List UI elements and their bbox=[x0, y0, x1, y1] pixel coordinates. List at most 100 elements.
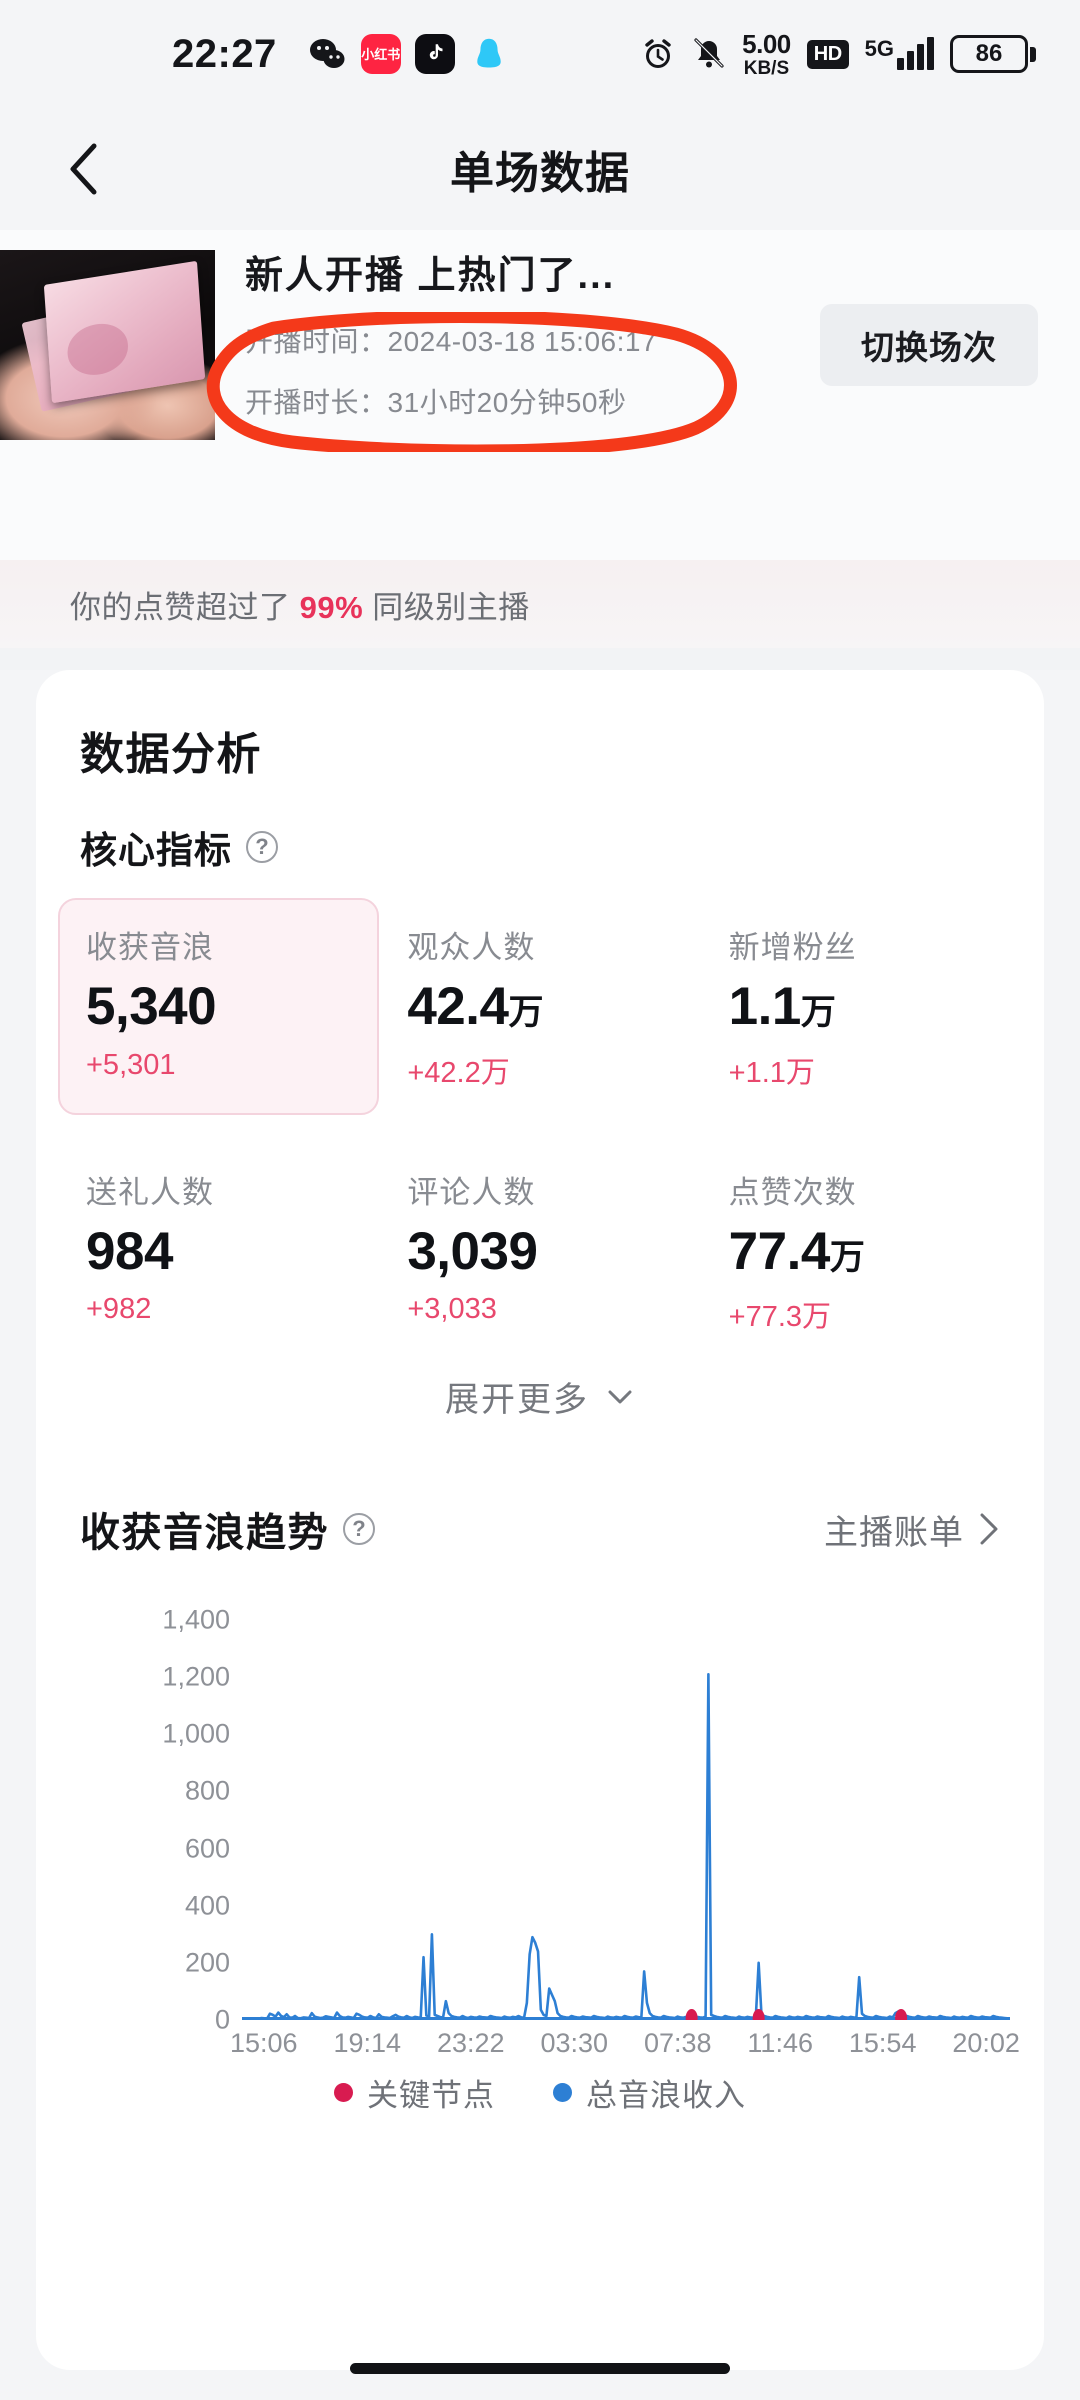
metric-card[interactable]: 点赞次数 77.4万 +77.3万 bbox=[701, 1143, 1022, 1360]
chart-x-tick: 07:38 bbox=[643, 2028, 712, 2058]
status-bar: 22:27 小红书 5.00 KB/S HD 5G 86 bbox=[0, 0, 1080, 108]
metric-card[interactable]: 观众人数 42.4万 +42.2万 bbox=[379, 898, 700, 1115]
metric-delta: +5,301 bbox=[86, 1048, 176, 1081]
chart-key-node-marker[interactable] bbox=[685, 2009, 698, 2020]
metric-label: 新增粉丝 bbox=[728, 930, 857, 965]
legend-label: 关键节点 bbox=[367, 2078, 495, 2113]
like-rank-text: 你的点赞超过了 99% 同级别主播 bbox=[70, 582, 530, 627]
wechat-icon bbox=[307, 34, 347, 74]
douyin-icon bbox=[414, 34, 455, 74]
metric-card[interactable]: 评论人数 3,039 +3,033 bbox=[379, 1143, 700, 1360]
metric-value: 42.4万 bbox=[407, 977, 543, 1036]
trend-title: 收获音浪趋势 bbox=[80, 1511, 329, 1555]
session-start-time: 开播时间：2024-03-18 15:06:17 bbox=[245, 320, 657, 360]
chevron-left-icon bbox=[70, 143, 97, 195]
session-duration-value: 31小时20分钟50秒 bbox=[387, 387, 627, 418]
core-metrics-label: 核心指标 bbox=[80, 830, 232, 871]
expand-more-button[interactable]: 展开更多 bbox=[36, 1372, 1044, 1421]
chart-y-tick: 0 bbox=[214, 2004, 230, 2035]
metric-card[interactable]: 新增粉丝 1.1万 +1.1万 bbox=[701, 898, 1022, 1115]
metric-delta: +77.3万 bbox=[728, 1301, 832, 1334]
bell-muted-icon bbox=[694, 38, 724, 68]
chart-x-axis: 15:06 19:14 23:22 03:30 07:38 11:46 15:54 20:02 bbox=[230, 2028, 1020, 2059]
like-rank-banner: 你的点赞超过了 99% 同级别主播 bbox=[0, 560, 1080, 648]
metric-label: 点赞次数 bbox=[728, 1174, 857, 1210]
core-metrics-grid: 收获音浪 5,340 +5,301 观众人数 42.4万 +42.2万 新增粉丝 1.1万 +1… bbox=[58, 898, 1022, 1359]
like-rank-prefix: 你的点赞超过了 bbox=[70, 589, 300, 625]
live-room-thumbnail[interactable] bbox=[0, 250, 215, 440]
chart-x-tick: 11:46 bbox=[747, 2028, 813, 2058]
status-bar-left: 22:27 小红书 bbox=[172, 32, 509, 77]
chart-y-tick: 800 bbox=[184, 1775, 230, 1806]
metric-value: 3,039 bbox=[407, 1221, 538, 1281]
session-summary: 新人开播 上热门了... 开播时间：2024-03-18 15:06:17 开播… bbox=[0, 230, 1080, 560]
chart-key-node-marker[interactable] bbox=[752, 2009, 765, 2020]
status-app-icons: 小红书 bbox=[307, 34, 509, 74]
qq-icon bbox=[469, 34, 509, 74]
chart-y-tick: 1,200 bbox=[162, 1661, 230, 1692]
chart-line-series bbox=[242, 1674, 1010, 2019]
metric-card[interactable]: 收获音浪 5,340 +5,301 bbox=[58, 898, 380, 1115]
metric-delta: +3,033 bbox=[407, 1293, 497, 1326]
session-duration-label: 开播时长： bbox=[245, 387, 388, 418]
network-speed-unit: KB/S bbox=[743, 57, 790, 79]
signal-bars-icon bbox=[897, 37, 934, 70]
hd-badge: HD bbox=[806, 39, 849, 69]
network-speed-value: 5.00 bbox=[742, 28, 791, 59]
section-divider bbox=[0, 648, 1080, 670]
chart-y-tick: 1,000 bbox=[162, 1718, 230, 1749]
chart-y-axis: 1,400 1,200 1,000 800 600 400 200 0 bbox=[80, 1605, 230, 2035]
chart-y-tick: 600 bbox=[184, 1833, 230, 1864]
back-button[interactable] bbox=[48, 134, 118, 204]
status-clock: 22:27 bbox=[172, 31, 277, 76]
signal-indicator: 5G bbox=[864, 36, 934, 70]
metric-card[interactable]: 送礼人数 984 +982 bbox=[58, 1143, 379, 1360]
session-start-time-value: 2024-03-18 15:06:17 bbox=[387, 326, 658, 357]
home-indicator[interactable] bbox=[350, 2363, 730, 2374]
legend-color-dot bbox=[553, 2083, 572, 2102]
host-bill-label: 主播账单 bbox=[824, 1513, 964, 1552]
yinlang-trend-chart[interactable]: 1,400 1,200 1,000 800 600 400 200 0 15:06 19:14 2… bbox=[80, 1605, 1020, 2059]
legend-label: 总音浪收入 bbox=[586, 2078, 746, 2113]
metric-delta: +1.1万 bbox=[728, 1056, 815, 1089]
host-bill-link[interactable]: 主播账单 bbox=[824, 1505, 1000, 1554]
trend-header: 收获音浪趋势 ? 主播账单 bbox=[80, 1500, 1000, 1558]
expand-more-label: 展开更多 bbox=[445, 1381, 589, 1419]
switch-session-button[interactable]: 切换场次 bbox=[820, 304, 1038, 386]
metric-label: 送礼人数 bbox=[86, 1174, 214, 1210]
chart-x-tick: 20:02 bbox=[952, 2028, 1020, 2058]
network-speed: 5.00 KB/S bbox=[742, 31, 791, 78]
session-info: 新人开播 上热门了... 开播时间：2024-03-18 15:06:17 开播… bbox=[245, 244, 657, 421]
chart-y-tick: 400 bbox=[184, 1890, 230, 1921]
metric-label: 观众人数 bbox=[407, 930, 536, 965]
nav-bar: 单场数据 bbox=[0, 108, 1080, 230]
like-rank-suffix: 同级别主播 bbox=[363, 589, 530, 625]
chevron-right-icon bbox=[980, 1513, 998, 1545]
phone-screen: 22:27 小红书 5.00 KB/S HD 5G 86 单场数据 新人开播 上… bbox=[0, 0, 1080, 2400]
card-title: 数据分析 bbox=[80, 730, 262, 779]
chart-x-tick: 19:14 bbox=[333, 2028, 402, 2058]
chart-y-tick: 1,400 bbox=[162, 1604, 230, 1635]
legend-item[interactable]: 关键节点 bbox=[334, 2070, 495, 2115]
legend-item[interactable]: 总音浪收入 bbox=[553, 2070, 746, 2115]
chart-y-tick: 200 bbox=[184, 1947, 230, 1978]
page-title: 单场数据 bbox=[450, 149, 630, 198]
chart-key-node-marker[interactable] bbox=[895, 2009, 908, 2020]
chart-plot-area bbox=[242, 1620, 1010, 2020]
metric-delta: +982 bbox=[86, 1293, 152, 1326]
chevron-down-icon bbox=[608, 1390, 632, 1403]
metric-label: 评论人数 bbox=[407, 1174, 536, 1210]
metric-value: 984 bbox=[86, 1221, 173, 1281]
network-type-label: 5G bbox=[864, 36, 894, 61]
question-mark-icon[interactable]: ? bbox=[343, 1513, 375, 1545]
metric-value: 5,340 bbox=[86, 977, 217, 1036]
session-duration: 开播时长：31小时20分钟50秒 bbox=[245, 381, 657, 421]
metric-delta: +42.2万 bbox=[407, 1056, 510, 1089]
session-start-time-label: 开播时间： bbox=[245, 326, 388, 357]
chart-x-tick: 15:06 bbox=[230, 2028, 298, 2058]
question-mark-icon[interactable]: ? bbox=[246, 831, 278, 863]
xiaohongshu-icon: 小红书 bbox=[360, 34, 401, 74]
battery-indicator: 86 bbox=[950, 35, 1036, 73]
status-bar-right: 5.00 KB/S HD 5G 86 bbox=[640, 31, 1036, 78]
session-title: 新人开播 上热门了... bbox=[245, 255, 616, 297]
